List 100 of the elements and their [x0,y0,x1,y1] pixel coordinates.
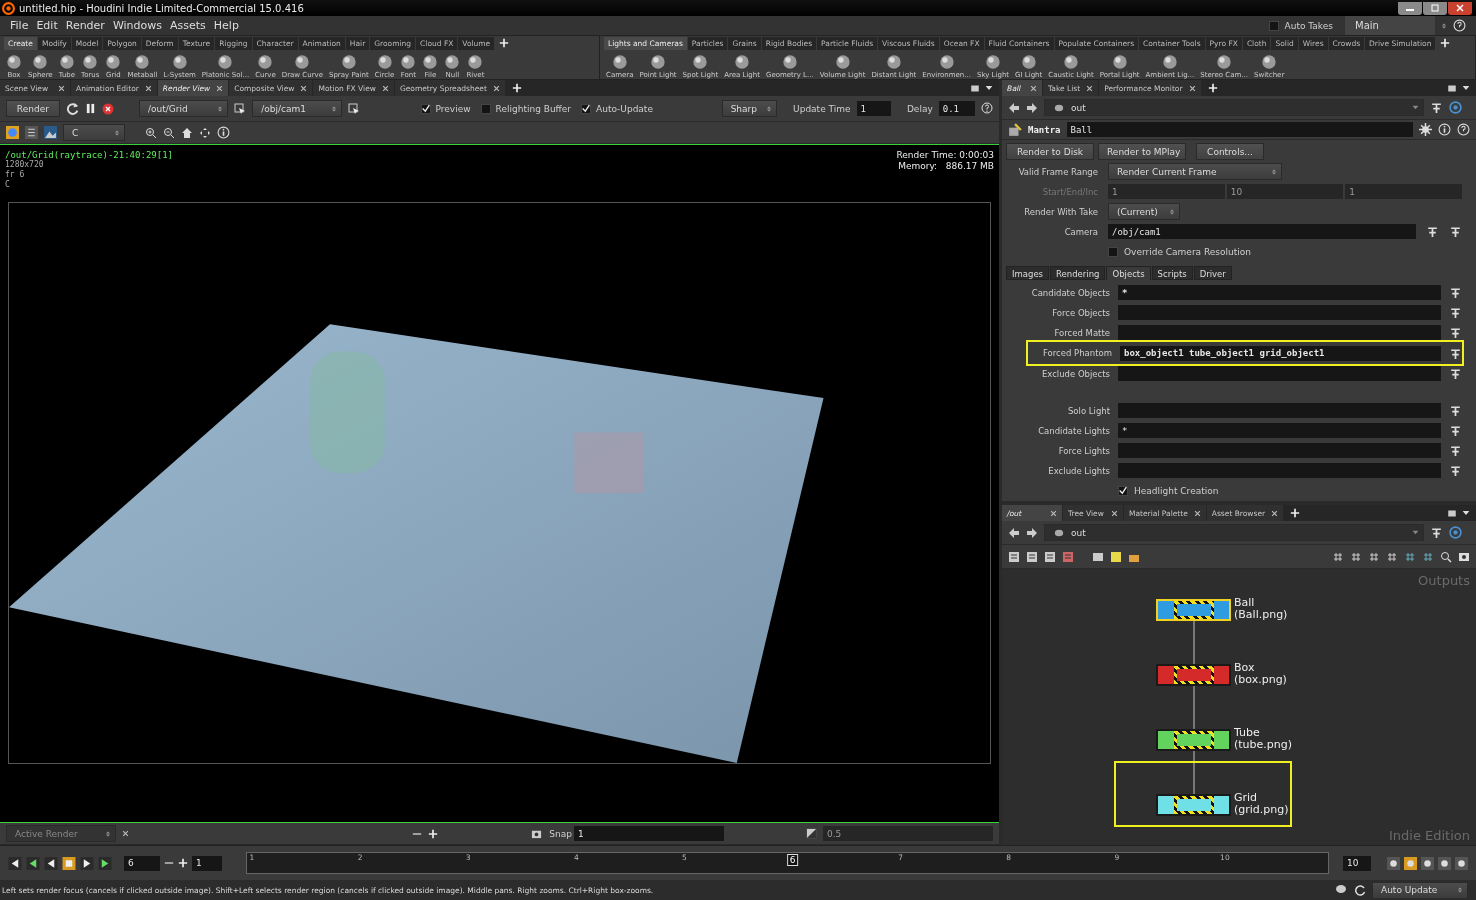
network-node[interactable] [1156,664,1231,686]
menu-item[interactable]: Assets [170,19,206,32]
end-frame-field[interactable]: 10 [1343,855,1371,871]
close-icon[interactable] [1111,509,1118,517]
list-icon[interactable] [1026,550,1038,563]
node-name-field[interactable]: Ball [1066,122,1413,137]
grid-icon[interactable] [1404,550,1416,563]
close-icon[interactable] [58,84,65,92]
help-icon[interactable] [1453,19,1466,32]
text-field[interactable] [1118,463,1441,478]
render-button[interactable]: Render [6,100,60,117]
close-icon[interactable] [144,84,152,92]
caret-icon[interactable] [985,84,993,92]
filter-dropdown[interactable]: Sharp [721,100,778,117]
checkbox[interactable] [1268,20,1279,31]
text-field[interactable] [1118,403,1441,418]
close-icon[interactable] [216,84,224,92]
menu-item[interactable]: Windows [112,19,162,32]
pane-menu-icon[interactable] [1446,83,1458,93]
network-node[interactable] [1156,729,1231,751]
folder-tab[interactable]: Objects [1106,266,1151,280]
exposure-field[interactable]: 0.5 [823,826,993,841]
fit-icon[interactable] [199,126,211,139]
minimize-button[interactable] [1398,1,1422,15]
cursor-icon[interactable] [234,102,247,115]
rop-dropdown[interactable]: /out/Grid [138,100,229,117]
camera-field[interactable]: /obj/cam1 [1108,224,1416,239]
pin-icon[interactable] [1449,404,1462,417]
camera-icon[interactable] [530,828,544,839]
pin-icon[interactable] [1426,225,1439,238]
path-field[interactable]: out [1044,524,1424,541]
checkbox[interactable] [1118,485,1128,496]
grid-icon[interactable] [1422,550,1434,563]
forward-arrow-icon[interactable] [1026,526,1038,539]
grid-icon[interactable] [25,126,38,139]
active-render-dropdown[interactable]: Active Render [6,825,116,842]
caret-icon[interactable] [1462,509,1470,517]
take-dropdown[interactable]: Main [1345,16,1435,35]
pin-icon[interactable] [1449,367,1462,380]
close-icon[interactable] [1271,509,1279,517]
close-icon[interactable] [1193,509,1201,517]
pin-icon[interactable] [1449,306,1462,319]
close-icon[interactable] [492,84,500,92]
gear-icon[interactable] [1419,123,1432,136]
checkbox[interactable] [420,103,431,114]
back-arrow-icon[interactable] [1008,526,1020,539]
close-icon[interactable] [122,830,129,837]
close-icon[interactable] [1050,509,1057,517]
channel-dropdown[interactable]: C [63,124,125,141]
forward-arrow-icon[interactable] [1026,101,1038,114]
stop-icon[interactable] [101,102,114,115]
text-field[interactable]: * [1118,423,1441,438]
menu-item[interactable]: Help [213,19,239,32]
target-icon[interactable] [1449,526,1462,539]
menu-item[interactable]: Edit [36,19,58,32]
caret-icon[interactable] [1462,84,1470,92]
pause-icon[interactable] [84,103,96,114]
menu-item[interactable]: Render [65,19,105,32]
picture-icon[interactable] [44,126,57,139]
search-icon[interactable] [1440,550,1452,563]
close-icon[interactable] [381,84,389,92]
home-icon[interactable] [181,126,193,139]
checkbox[interactable] [581,103,592,114]
maximize-button[interactable] [1423,1,1447,15]
plus-icon[interactable] [178,858,188,868]
folder-tab[interactable]: Driver [1193,266,1232,280]
chat-icon[interactable] [1334,884,1348,896]
parameter-button[interactable]: Render to MPlay [1098,143,1186,160]
plus-icon[interactable] [1207,83,1218,93]
close-icon[interactable] [1030,84,1037,92]
next-key-icon[interactable] [98,856,112,870]
take-dropdown[interactable]: (Current) [1108,203,1180,220]
pin-icon[interactable] [1449,464,1462,477]
plus-icon[interactable] [1440,37,1451,48]
refresh-icon[interactable] [65,102,79,115]
pane-menu-icon[interactable] [969,83,981,93]
help-icon[interactable] [981,101,993,114]
plus-icon[interactable] [428,828,439,839]
pane-menu-icon[interactable] [1446,508,1458,518]
close-icon[interactable] [1086,84,1094,92]
pin-icon[interactable] [1430,526,1443,539]
plus-icon[interactable] [499,37,510,48]
pin-icon[interactable] [1449,444,1462,457]
folder-tab[interactable]: Scripts [1151,266,1193,280]
folder-tab[interactable]: Rendering [1050,266,1106,280]
plus-icon[interactable] [1290,508,1301,518]
checkbox[interactable] [1108,246,1118,257]
text-field[interactable]: box_object1 tube_object1 grid_object1 [1120,345,1441,361]
text-field[interactable] [1118,366,1441,381]
network-box-icon[interactable] [1092,550,1104,563]
exposure-icon[interactable] [806,828,817,839]
pin-icon[interactable] [1449,225,1462,238]
start-frame-field[interactable]: 1 [192,855,222,871]
close-icon[interactable] [300,84,308,92]
play-icon[interactable] [80,856,94,870]
zoom-in-icon[interactable] [145,126,157,139]
refresh-icon[interactable] [1354,884,1366,896]
text-field[interactable] [1118,305,1441,320]
frame-range-dropdown[interactable]: Render Current Frame [1108,163,1282,180]
checkbox[interactable] [480,103,491,114]
